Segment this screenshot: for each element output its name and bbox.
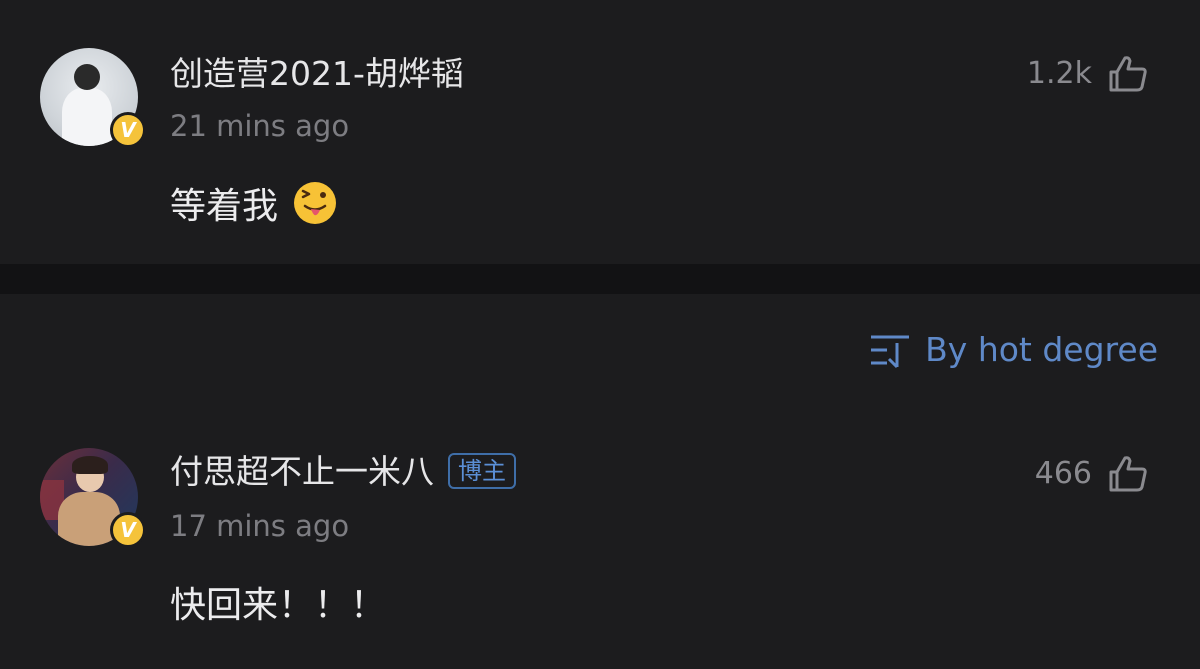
verified-v-icon: V — [110, 112, 146, 148]
like-count: 1.2k — [1026, 56, 1092, 91]
avatar[interactable]: V — [40, 48, 146, 148]
sort-button[interactable]: By hot degree — [869, 328, 1158, 372]
section-divider — [0, 264, 1200, 294]
thumbs-up-icon[interactable] — [1106, 52, 1150, 96]
comment-item: V 创造营2021-胡烨韬 21 mins ago 等着我 1.2k — [0, 0, 1200, 264]
thumbs-up-icon[interactable] — [1106, 452, 1150, 496]
sort-label: By hot degree — [925, 330, 1158, 369]
username-row: 付思超不止一米八 博主 — [170, 452, 516, 492]
username[interactable]: 付思超不止一米八 — [170, 452, 434, 491]
verified-v-icon: V — [110, 512, 146, 548]
comment-item: V 付思超不止一米八 博主 17 mins ago 快回来！！！ 466 — [0, 430, 1200, 669]
comment-text: 等着我 — [170, 180, 338, 231]
winking-tongue-emoji — [294, 182, 337, 224]
sort-icon — [871, 335, 910, 369]
comment-time: 21 mins ago — [170, 109, 350, 143]
comments-screen: V 创造营2021-胡烨韬 21 mins ago 等着我 1.2k By ho… — [0, 0, 1200, 669]
author-badge: 博主 — [448, 453, 516, 489]
like-count: 466 — [1034, 456, 1092, 491]
username[interactable]: 创造营2021-胡烨韬 — [170, 54, 464, 94]
like-group[interactable]: 1.2k — [1027, 52, 1150, 96]
comment-text: 快回来！！！ — [170, 585, 387, 626]
avatar[interactable]: V — [40, 448, 146, 548]
comment-time: 17 mins ago — [170, 509, 350, 543]
like-group[interactable]: 466 — [1035, 452, 1150, 496]
comment-text-content: 等着我 — [170, 186, 279, 227]
